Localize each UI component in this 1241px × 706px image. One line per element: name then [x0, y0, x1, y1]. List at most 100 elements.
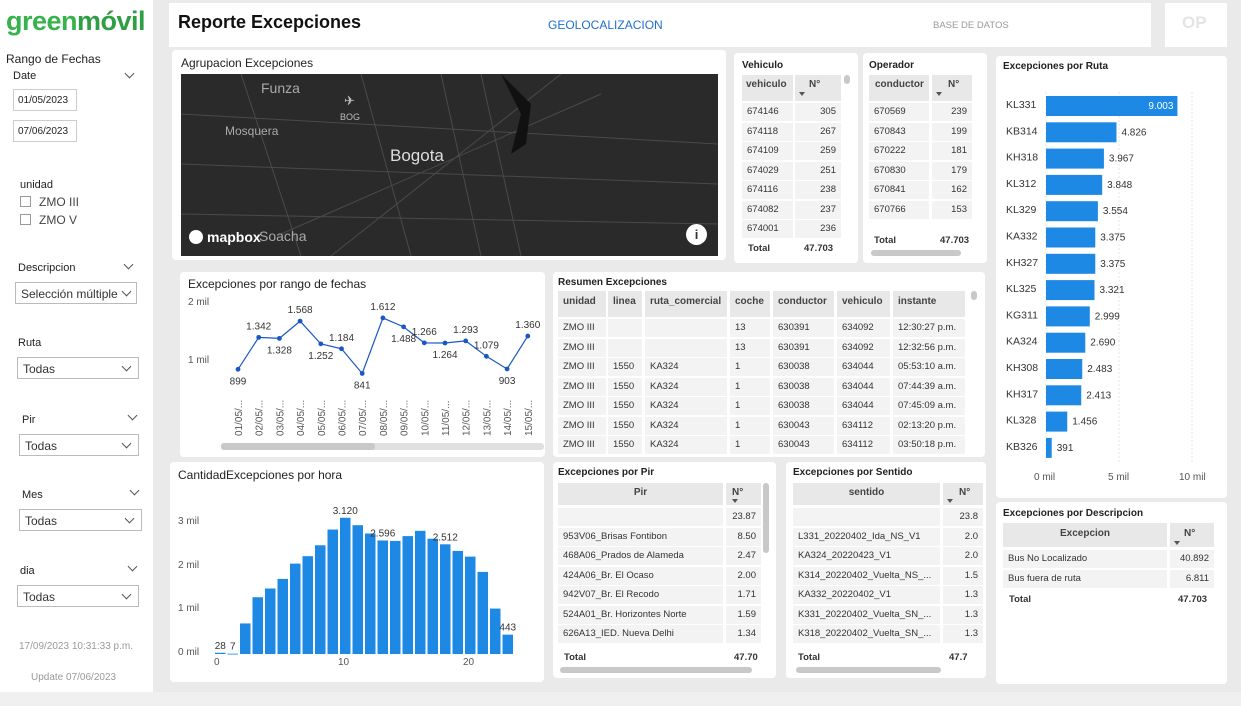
rango-point	[380, 315, 386, 321]
sentido-cell: K331_20220402_Vuelta_SN_...	[793, 605, 940, 624]
col-ruta-comercial[interactable]: ruta_comercial	[645, 291, 727, 317]
resumen-cell: 634044	[837, 358, 890, 376]
col-coche[interactable]: coche	[730, 291, 770, 317]
info-icon[interactable]: i	[686, 224, 707, 245]
excepcion-cell: Bus fuera de ruta	[1003, 569, 1167, 588]
date-to-input[interactable]: 07/06/2023	[13, 120, 77, 142]
col-conductor[interactable]: conductor	[773, 291, 834, 317]
scrollbar[interactable]	[871, 250, 961, 256]
chevron-down-icon[interactable]	[129, 485, 140, 496]
rango-data-label: 1.612	[370, 302, 395, 313]
checkbox-zmo-iii[interactable]	[20, 196, 31, 207]
resumen-title: Resumen Excepciones	[558, 277, 667, 288]
dia-select[interactable]: Todas	[17, 585, 139, 607]
rango-x-tick: 09/05/...	[400, 400, 411, 436]
ruta-value-label: 3.375	[1100, 233, 1125, 244]
ruta-select[interactable]: Todas	[17, 357, 139, 379]
scrollbar[interactable]	[796, 667, 941, 673]
col-conductor[interactable]: conductor	[869, 75, 929, 101]
resumen-cell: 05:53:10 a.m.	[893, 358, 965, 376]
rango-x-tick: 12/05/...	[462, 400, 473, 436]
col-instante[interactable]: instante	[893, 291, 965, 317]
resumen-cell: 1550	[608, 436, 642, 454]
resumen-cell: 12:30:27 p.m.	[893, 319, 965, 337]
sentido-total-label: Total	[798, 652, 820, 663]
descripcion-select[interactable]: Selección múltiple	[15, 282, 137, 304]
operador-card: Operador conductor N° Total 47.703 67056…	[863, 53, 987, 263]
col-pir[interactable]: Pir	[558, 483, 723, 505]
ruta-category-label: KL331	[1006, 99, 1037, 111]
rango-data-label: 903	[499, 376, 516, 387]
ruta-bar	[1046, 122, 1117, 143]
rango-chart: 899 01/05/... 1.342 02/05/... 1.328 03/05/...…	[230, 302, 541, 436]
mes-label: Mes	[22, 489, 43, 501]
vehiculo-card: Vehiculo vehiculo N° Total 47.703 674146…	[734, 53, 858, 263]
count-cell: 1.71	[726, 586, 761, 604]
col-linea[interactable]: linea	[608, 291, 642, 317]
hora-bar	[502, 634, 513, 654]
col-n-sentido[interactable]: N°	[943, 483, 983, 505]
col-n-vehiculo[interactable]: N°	[795, 75, 841, 101]
scrollbar[interactable]	[763, 483, 769, 553]
chevron-down-icon[interactable]	[127, 561, 138, 572]
col-n-operador[interactable]: N°	[932, 75, 972, 101]
count-cell: 1.3	[943, 586, 983, 604]
count-cell: 181	[932, 142, 972, 160]
date-from-input[interactable]: 01/05/2023	[13, 89, 77, 111]
vehiculo-cell: 674109	[742, 142, 793, 160]
ruta-value-label: 1.456	[1072, 417, 1097, 428]
sentido-total: 47.7	[949, 652, 968, 663]
rango-point	[401, 324, 406, 330]
mes-select[interactable]: Todas	[19, 509, 142, 531]
nav-geolocalizacion[interactable]: GEOLOCALIZACION	[548, 18, 663, 32]
brand-logo: greenmóvil	[6, 6, 146, 36]
count-cell: 1.34	[726, 625, 761, 643]
col-vehiculo[interactable]: vehiculo	[742, 75, 793, 101]
resumen-cell: 634112	[837, 436, 890, 454]
checkbox-zmo-v[interactable]	[20, 214, 31, 225]
rango-x-tick: 08/05/...	[379, 400, 390, 436]
rango-point	[484, 353, 489, 359]
rango-point	[297, 318, 303, 324]
chevron-down-icon[interactable]	[127, 410, 138, 421]
map-view[interactable]: Funza Mosquera Bogota Soacha ✈ BOG mapbo…	[181, 74, 718, 256]
hora-bar	[327, 529, 338, 654]
ruta-category-label: KG311	[1006, 309, 1038, 321]
rango-point	[463, 338, 469, 344]
col-n-descripcion[interactable]: N°	[1170, 523, 1214, 547]
count-cell: 259	[795, 142, 841, 160]
resumen-cell: ZMO III	[558, 416, 606, 435]
hora-bar	[240, 623, 251, 654]
col-vehiculo[interactable]: vehiculo	[837, 291, 890, 317]
ruta-bar	[1046, 332, 1086, 353]
scrollbar[interactable]	[560, 667, 752, 673]
ruta-value-label: 3.321	[1099, 285, 1124, 296]
nav-base-de-datos[interactable]: BASE DE DATOS	[933, 20, 1009, 31]
rango-point	[235, 366, 241, 372]
col-excepcion[interactable]: Excepcion	[1003, 523, 1167, 547]
scrollbar[interactable]	[971, 291, 977, 300]
resumen-cell: 03:50:18 p.m.	[893, 436, 965, 454]
count-cell: 162	[932, 181, 972, 199]
chevron-down-icon[interactable]	[124, 68, 135, 79]
ruta-bar	[1046, 411, 1068, 432]
count-cell: 238	[795, 181, 841, 199]
map-card: Agrupacion Excepciones Funza Mosquera Bo…	[172, 50, 726, 260]
scrollbar[interactable]	[844, 75, 850, 84]
col-unidad[interactable]: unidad	[558, 291, 606, 317]
rango-point	[318, 341, 324, 347]
count-cell: 23.8	[943, 508, 983, 526]
col-sentido[interactable]: sentido	[793, 483, 940, 505]
scrollbar-thumb[interactable]	[221, 443, 375, 450]
rango-x-tick: 06/05/...	[338, 400, 349, 436]
rango-point	[277, 335, 282, 341]
rango-x-tick: 11/05/...	[441, 401, 452, 436]
rango-data-label: 1.079	[474, 340, 499, 351]
vehiculo-title: Vehiculo	[742, 60, 784, 71]
pir-select[interactable]: Todas	[19, 434, 139, 456]
pir-title: Excepciones por Pir	[558, 467, 655, 478]
chevron-down-icon[interactable]	[123, 259, 134, 270]
col-n-pir[interactable]: N°	[726, 483, 761, 505]
resumen-cell: KA324	[645, 397, 727, 415]
ruta-x-tick-2: 10 mil	[1179, 472, 1206, 483]
